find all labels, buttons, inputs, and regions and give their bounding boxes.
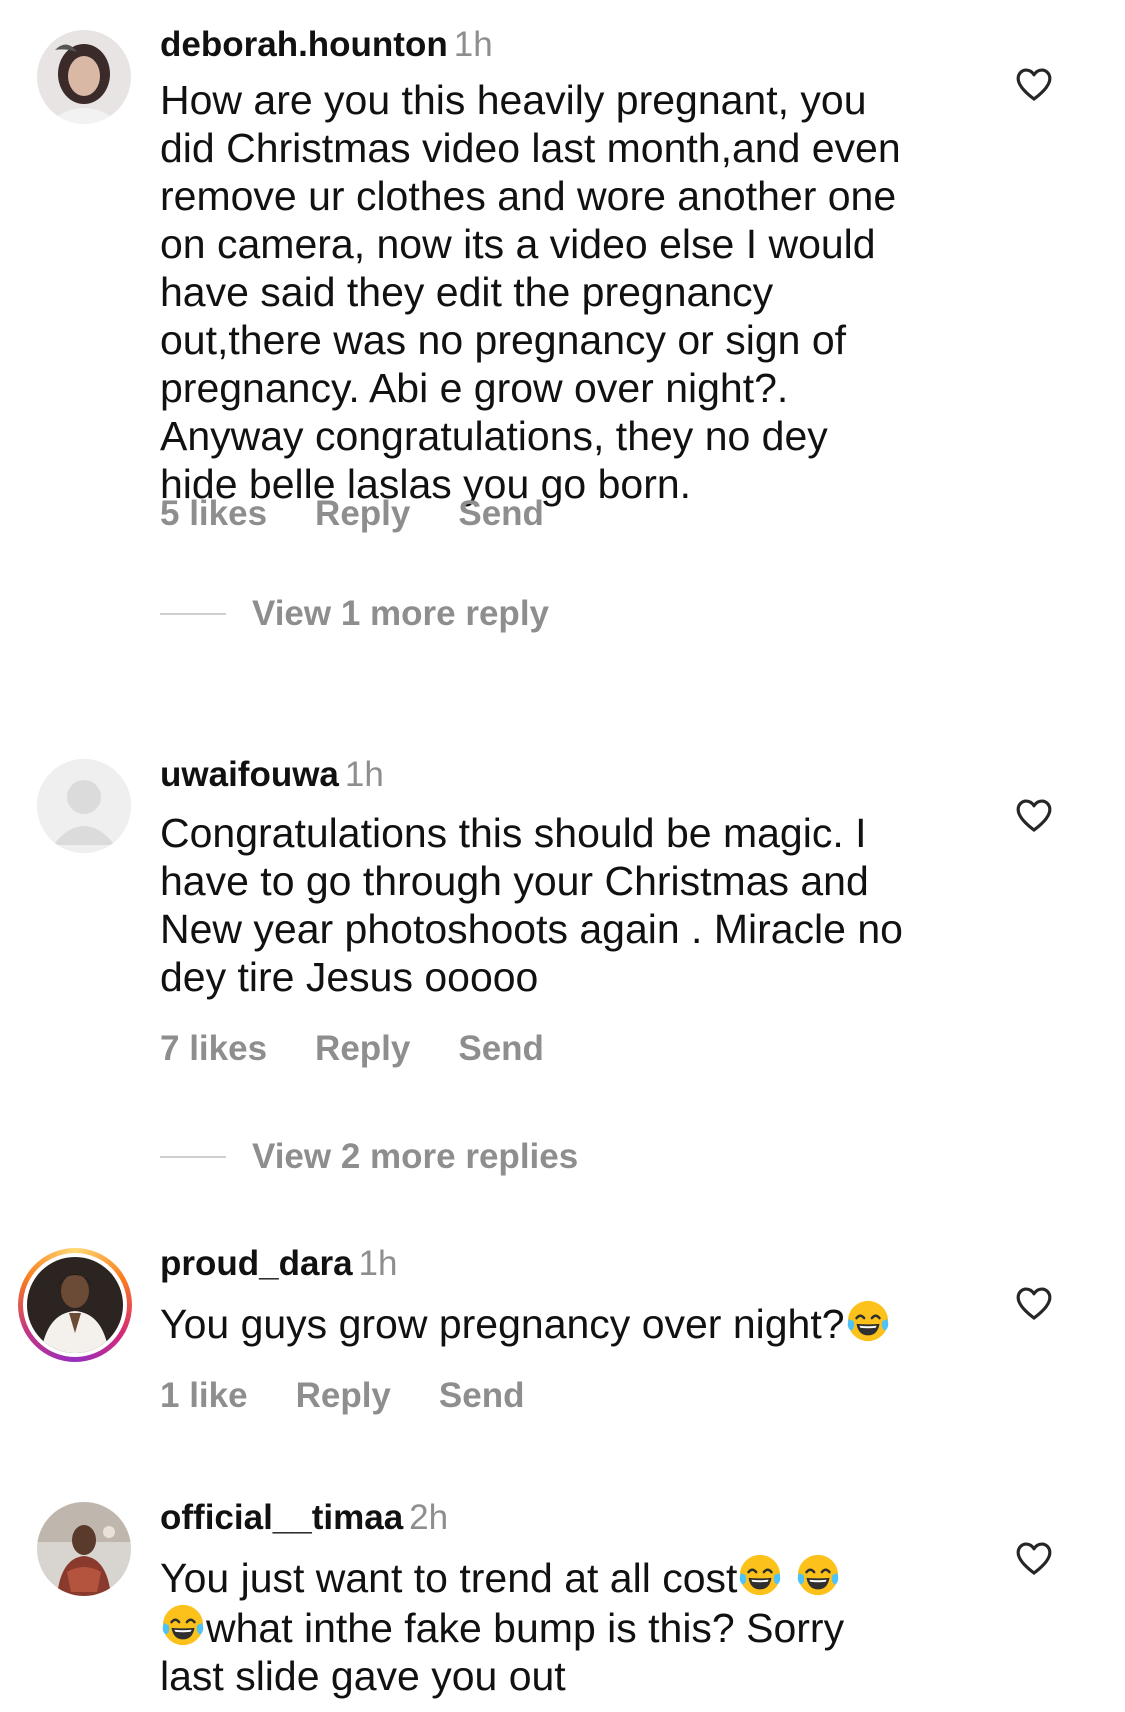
username[interactable]: uwaifouwa (160, 755, 339, 794)
comment-header: official__timaa 2h (160, 1498, 448, 1538)
comment-text: How are you this heavily pregnant, you d… (160, 77, 901, 507)
username[interactable]: deborah.hounton (160, 25, 448, 64)
comment-text: You just want to trend at all cost what … (160, 1552, 980, 1700)
heart-outline-icon[interactable] (1015, 66, 1053, 102)
heart-outline-icon[interactable] (1015, 1285, 1053, 1321)
timestamp: 2h (409, 1498, 449, 1537)
comment-text-line: what inthe fake bump is this? Sorry (160, 1602, 980, 1652)
send-button[interactable]: Send (458, 1029, 544, 1068)
comment-text-content: what inthe fake bump is this? Sorry (206, 1605, 845, 1651)
divider-line (160, 613, 226, 615)
timestamp: 1h (453, 25, 493, 64)
heart-outline-icon[interactable] (1015, 1540, 1053, 1576)
comment-header: deborah.hounton 1h (160, 25, 493, 65)
username[interactable]: official__timaa (160, 1498, 403, 1537)
comment-header: uwaifouwa 1h (160, 755, 384, 795)
comment-text-line: last slide gave you out (160, 1652, 980, 1700)
comment-text: Congratulations this should be magic. I … (160, 810, 903, 1000)
face-with-tears-of-joy-emoji (795, 1552, 841, 1598)
comment-actions: 5 likes Reply Send (160, 494, 592, 534)
face-with-tears-of-joy-emoji (737, 1552, 783, 1598)
timestamp: 1h (358, 1244, 398, 1283)
face-with-tears-of-joy-emoji (160, 1602, 206, 1648)
send-button[interactable]: Send (458, 494, 544, 533)
view-replies-button[interactable]: View 1 more reply (160, 594, 549, 634)
comment-text-line: You just want to trend at all cost (160, 1552, 980, 1602)
likes-count[interactable]: 1 like (160, 1376, 248, 1415)
comment-text-content: last slide gave you out (160, 1653, 566, 1699)
likes-count[interactable]: 7 likes (160, 1029, 267, 1068)
comment-actions: 1 like Reply Send (160, 1376, 572, 1416)
avatar[interactable] (37, 759, 131, 853)
reply-button[interactable]: Reply (315, 494, 410, 533)
comment-text-content: You just want to trend at all cost (160, 1555, 738, 1601)
username[interactable]: proud_dara (160, 1244, 353, 1283)
send-button[interactable]: Send (439, 1376, 525, 1415)
avatar[interactable] (18, 1248, 132, 1362)
comment-text: You guys grow pregnancy over night? (160, 1298, 980, 1348)
heart-outline-icon[interactable] (1015, 797, 1053, 833)
view-replies-label: View 1 more reply (252, 594, 550, 633)
view-replies-label: View 2 more replies (252, 1137, 579, 1176)
reply-button[interactable]: Reply (315, 1029, 410, 1068)
divider-line (160, 1156, 226, 1158)
face-with-tears-of-joy-emoji (845, 1298, 891, 1344)
comment-header: proud_dara 1h (160, 1244, 397, 1284)
view-replies-button[interactable]: View 2 more replies (160, 1137, 578, 1177)
comment-text-content: You guys grow pregnancy over night? (160, 1301, 845, 1347)
timestamp: 1h (344, 755, 384, 794)
avatar[interactable] (37, 30, 131, 124)
reply-button[interactable]: Reply (296, 1376, 391, 1415)
avatar[interactable] (37, 1502, 131, 1596)
comment-actions: 7 likes Reply Send (160, 1029, 592, 1069)
likes-count[interactable]: 5 likes (160, 494, 267, 533)
